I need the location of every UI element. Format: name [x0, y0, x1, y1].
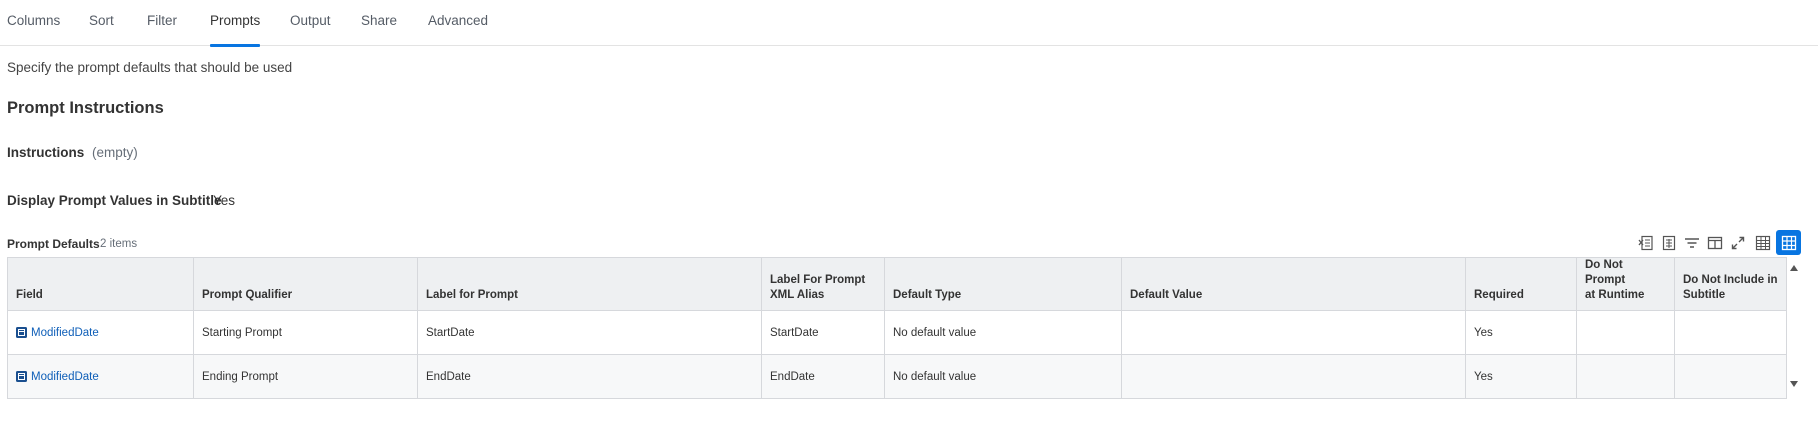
- instructions-value: (empty): [92, 145, 138, 160]
- display-prompt-label: Display Prompt Values in Subtitle: [7, 193, 222, 208]
- tab-share[interactable]: Share: [361, 0, 397, 46]
- instructions-label: Instructions: [7, 145, 85, 160]
- report-tab-bar: Columns Sort Filter Prompts Output Share…: [0, 0, 1818, 47]
- cell-default-value: [1121, 310, 1466, 355]
- column-header-required[interactable]: Required: [1465, 257, 1577, 311]
- cell-default-type: No default value: [884, 354, 1122, 399]
- scroll-down-arrow-icon[interactable]: [1788, 378, 1800, 390]
- cell-prompt-qualifier: Starting Prompt: [193, 310, 418, 355]
- column-header-xml-alias[interactable]: Label For Prompt XML Alias: [761, 257, 885, 311]
- tab-columns[interactable]: Columns: [7, 0, 60, 46]
- cell-field: ModifiedDate: [7, 354, 194, 399]
- cell-default-type: No default value: [884, 310, 1122, 355]
- column-header-prompt-qualifier[interactable]: Prompt Qualifier: [193, 257, 418, 311]
- column-header-do-not-prompt[interactable]: Do Not Prompt at Runtime: [1576, 257, 1675, 311]
- grid-view-icon[interactable]: [1776, 230, 1801, 255]
- tab-filter[interactable]: Filter: [147, 0, 177, 46]
- cell-do-not-prompt: [1576, 354, 1675, 399]
- field-link[interactable]: ModifiedDate: [31, 327, 99, 339]
- table-row: ModifiedDate Starting Prompt StartDate S…: [7, 310, 1787, 355]
- column-header-default-value[interactable]: Default Value: [1121, 257, 1466, 311]
- cell-default-value: [1121, 354, 1466, 399]
- cell-field: ModifiedDate: [7, 310, 194, 355]
- column-header-field[interactable]: Field: [7, 257, 194, 311]
- cell-label-for-prompt: EndDate: [417, 354, 762, 399]
- fullscreen-icon[interactable]: [1728, 232, 1748, 254]
- cell-required: Yes: [1465, 354, 1577, 399]
- related-actions-icon[interactable]: [16, 327, 27, 338]
- table-header-row: Field Prompt Qualifier Label for Prompt …: [7, 257, 1787, 311]
- field-link[interactable]: ModifiedDate: [31, 371, 99, 383]
- table-row: ModifiedDate Ending Prompt EndDate EndDa…: [7, 354, 1787, 399]
- cell-label-for-prompt: StartDate: [417, 310, 762, 355]
- tab-prompts[interactable]: Prompts: [210, 0, 261, 47]
- prompt-defaults-grid: Field Prompt Qualifier Label for Prompt …: [7, 257, 1787, 399]
- cell-prompt-qualifier: Ending Prompt: [193, 354, 418, 399]
- export-to-pdf-icon[interactable]: [1659, 232, 1679, 254]
- cell-xml-alias: EndDate: [761, 354, 885, 399]
- column-layout-icon[interactable]: [1705, 232, 1725, 254]
- filter-icon[interactable]: [1682, 232, 1702, 254]
- page-description: Specify the prompt defaults that should …: [7, 60, 293, 75]
- column-header-default-type[interactable]: Default Type: [884, 257, 1122, 311]
- cell-xml-alias: StartDate: [761, 310, 885, 355]
- export-to-excel-icon[interactable]: [1636, 232, 1656, 254]
- cell-required: Yes: [1465, 310, 1577, 355]
- cell-do-not-include: [1674, 310, 1787, 355]
- grid-item-count: 2 items: [100, 238, 138, 250]
- cell-do-not-include: [1674, 354, 1787, 399]
- grid-title: Prompt Defaults: [7, 237, 100, 251]
- cell-do-not-prompt: [1576, 310, 1675, 355]
- table-view-icon[interactable]: [1750, 230, 1775, 255]
- tab-sort[interactable]: Sort: [89, 0, 114, 46]
- scroll-up-arrow-icon[interactable]: [1788, 262, 1800, 274]
- column-header-label-for-prompt[interactable]: Label for Prompt: [417, 257, 762, 311]
- tab-advanced[interactable]: Advanced: [428, 0, 488, 46]
- section-title: Prompt Instructions: [7, 99, 164, 117]
- tab-output[interactable]: Output: [290, 0, 331, 46]
- display-prompt-value: Yes: [213, 193, 236, 208]
- related-actions-icon[interactable]: [16, 371, 27, 382]
- column-header-do-not-include[interactable]: Do Not Include in Subtitle: [1674, 257, 1787, 311]
